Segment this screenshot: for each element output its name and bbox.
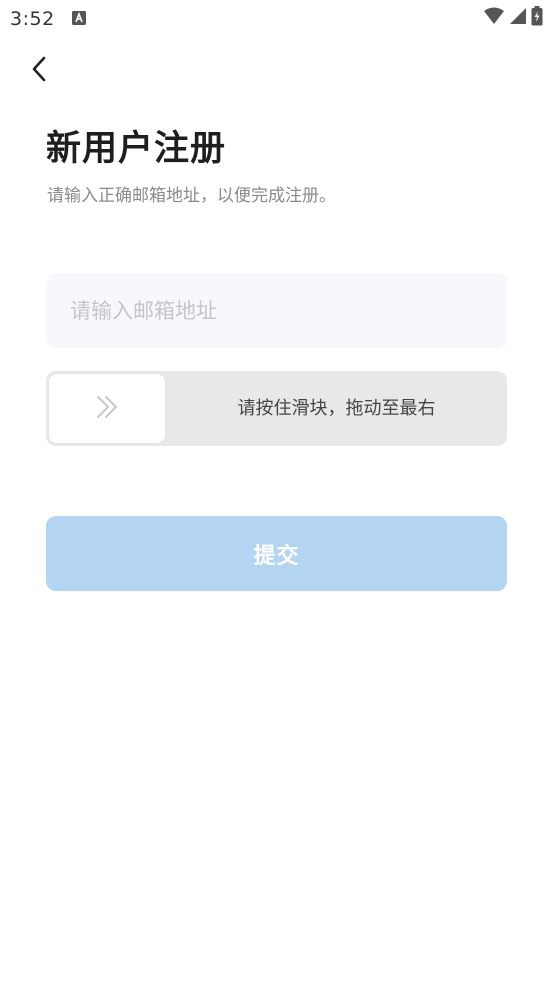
slide-verify-track[interactable]: 请按住滑块，拖动至最右 <box>46 371 507 446</box>
page-subtitle: 请输入正确邮箱地址，以便完成注册。 <box>47 186 336 206</box>
chevron-left-icon <box>30 56 48 86</box>
wifi-icon <box>483 7 505 29</box>
status-time: 3:52 <box>10 8 55 30</box>
slide-verify-label: 请按住滑块，拖动至最右 <box>237 398 436 419</box>
page-title: 新用户注册 <box>46 129 227 169</box>
battery-charging-icon <box>531 6 543 30</box>
email-input[interactable] <box>46 273 507 348</box>
status-icons <box>483 6 543 30</box>
status-bar: 3:52 <box>0 0 553 38</box>
email-field-container <box>46 273 507 348</box>
slide-verify-handle[interactable] <box>49 374 165 443</box>
double-chevron-right-icon <box>94 394 120 424</box>
submit-button[interactable]: 提交 <box>46 516 507 591</box>
notification-a-icon <box>72 10 86 25</box>
signal-icon <box>509 7 527 29</box>
back-button[interactable] <box>22 54 56 88</box>
